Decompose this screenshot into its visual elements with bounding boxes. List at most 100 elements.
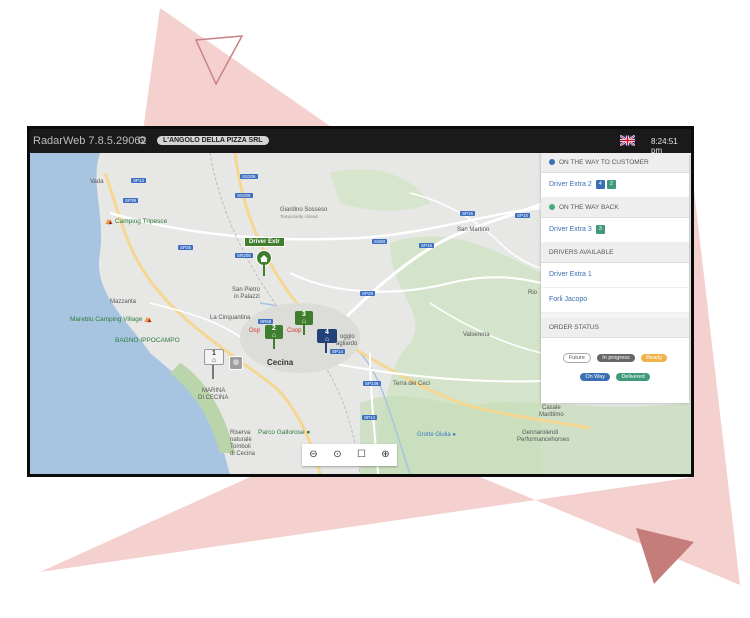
zoom-out-icon[interactable]: ⊖ bbox=[302, 444, 325, 466]
restaurant-marker[interactable]: ◍ bbox=[229, 356, 243, 370]
driver-row-forli[interactable]: Forli Jacopo bbox=[541, 288, 689, 313]
road-shield: SP13 bbox=[131, 178, 147, 183]
label-grotte-text: Grotte Giulia bbox=[417, 432, 451, 438]
label-mazzanta: Mazzanta bbox=[110, 299, 137, 305]
green-area-north bbox=[330, 169, 430, 211]
section-drivers-available: DRIVERS AVAILABLE bbox=[541, 243, 689, 263]
status-row-2: On Way Delivered bbox=[541, 365, 689, 383]
label-performancehorses: Performancehorses bbox=[517, 437, 570, 443]
label-riserva-1: Riserva bbox=[230, 430, 251, 436]
section-title: ON THE WAY BACK bbox=[559, 204, 619, 211]
label-san-pietro: San Pietro bbox=[232, 287, 261, 293]
label-poggio-1: oggio bbox=[340, 334, 355, 340]
marker-4-box: 4 ⌂ bbox=[317, 329, 337, 343]
label-cecina: Cecina bbox=[267, 358, 294, 367]
blue-dot-icon bbox=[549, 159, 555, 166]
section-title: ON THE WAY TO CUSTOMER bbox=[559, 159, 649, 166]
section-on-the-way-to-customer: ON THE WAY TO CUSTOMER bbox=[541, 153, 689, 173]
road-shield: SP29 bbox=[360, 291, 376, 296]
label-gennarolendi: Gennarolendi bbox=[522, 430, 559, 436]
company-badge[interactable]: L'ANGOLO DELLA PIZZA SRL bbox=[157, 136, 269, 145]
map-toolbar: ⊖ ⊙ ☐ ⊕ bbox=[302, 444, 397, 466]
driver-row-extra-2[interactable]: Driver Extra 2 42 bbox=[541, 173, 689, 198]
driver-name-label[interactable]: Driver Extr bbox=[244, 237, 285, 247]
label-grotte: Grotte Giulia ● bbox=[417, 432, 456, 438]
order-marker-2[interactable]: 2 ⌂ bbox=[265, 325, 283, 349]
driver-name: Driver Extra 3 bbox=[549, 226, 592, 233]
label-riserva-4: di Cecina bbox=[230, 451, 256, 457]
label-mareblu-text: Mareblu Camping Village bbox=[70, 316, 143, 323]
status-row-1: Future In progress Ready bbox=[541, 346, 689, 365]
marker-2-number: 2 bbox=[272, 325, 276, 332]
label-marina: MARINA bbox=[202, 388, 226, 394]
road-shield: SS206 bbox=[240, 174, 258, 179]
road-shield: SP15 bbox=[419, 243, 435, 248]
label-valserena: Valserena bbox=[463, 332, 490, 338]
square-icon[interactable]: ☐ bbox=[350, 444, 373, 466]
road-shield: SS206 bbox=[235, 193, 253, 198]
marker-3-number: 3 bbox=[302, 311, 306, 318]
label-riserva-2: naturale bbox=[230, 437, 252, 443]
road-shield: SR206 bbox=[235, 253, 253, 258]
road-shield: SP39 bbox=[123, 198, 139, 203]
marker-4-number: 4 bbox=[325, 329, 329, 336]
label-san-martino: San Martino bbox=[457, 227, 490, 233]
target-icon[interactable]: ⊙ bbox=[326, 444, 349, 466]
label-poggio-2: agliardo bbox=[336, 341, 358, 347]
status-in-progress[interactable]: In progress bbox=[597, 354, 635, 362]
status-future[interactable]: Future bbox=[562, 353, 591, 363]
marker-1-box: 1 ⌂ bbox=[204, 349, 224, 365]
zoom-in-icon[interactable]: ⊕ bbox=[374, 444, 397, 466]
label-la-cinquantina: La Cinquantina bbox=[210, 315, 251, 321]
label-in-palazzi: in Palazzi bbox=[234, 294, 260, 300]
status-ready[interactable]: Ready bbox=[641, 354, 668, 362]
order-marker-1[interactable]: 1 ⌂ bbox=[204, 349, 224, 379]
app-title: RadarWeb 7.8.5.29062 bbox=[33, 135, 147, 147]
label-camping-tripesce: ⛺ Camping Tripesce bbox=[105, 218, 168, 225]
label-riserva-3: Tomboli bbox=[230, 444, 251, 450]
marker-3-box: 3 ⌂ bbox=[295, 311, 313, 325]
road-shield: SP14 bbox=[362, 415, 378, 420]
label-camping-tripesce-text: Camping Tripesce bbox=[114, 218, 168, 225]
top-bar: RadarWeb 7.8.5.29062 ⚙ L'ANGOLO DELLA PI… bbox=[30, 129, 691, 155]
label-casale-2: Marittimo bbox=[539, 412, 564, 418]
road-shield: SP146 bbox=[363, 381, 381, 386]
driver-name: Driver Extra 2 bbox=[549, 181, 592, 188]
home-icon bbox=[256, 250, 272, 276]
marker-1-number: 1 bbox=[212, 350, 216, 357]
green-dot-icon bbox=[549, 204, 555, 211]
order-badge[interactable]: 2 bbox=[606, 179, 616, 189]
order-status-legend: Future In progress Ready On Way Delivere… bbox=[541, 338, 689, 383]
app-window: RadarWeb 7.8.5.29062 ⚙ L'ANGOLO DELLA PI… bbox=[27, 126, 694, 477]
uk-flag-icon[interactable] bbox=[620, 135, 635, 146]
status-on-way[interactable]: On Way bbox=[580, 373, 610, 381]
road-shield: SS68 bbox=[372, 239, 388, 244]
driver-row-extra-3[interactable]: Driver Extra 3 3 bbox=[541, 218, 689, 243]
label-rio: Rio bbox=[528, 290, 538, 296]
label-terra-dei-ceci: Terra dei Ceci bbox=[393, 381, 431, 387]
label-parco-text: Parco Gallorose bbox=[258, 429, 305, 436]
pizza-icon: ◍ bbox=[229, 356, 243, 370]
order-marker-4[interactable]: 4 ⌂ bbox=[317, 329, 337, 353]
status-delivered[interactable]: Delivered bbox=[616, 373, 650, 381]
label-vada: Vada bbox=[90, 179, 104, 185]
marker-3-stem bbox=[303, 325, 305, 335]
order-badge[interactable]: 4 bbox=[595, 179, 605, 189]
label-giardino-sub: Temporarily closed bbox=[280, 214, 318, 219]
label-di-cecina: DI CECINA bbox=[198, 395, 229, 401]
road-shield: SR68 bbox=[258, 319, 274, 324]
marker-4-stem bbox=[325, 343, 327, 353]
order-badge[interactable]: 3 bbox=[595, 224, 605, 234]
section-order-status: ORDER STATUS bbox=[541, 318, 689, 338]
label-casale-1: Casale bbox=[542, 405, 561, 411]
drivers-panel: ON THE WAY TO CUSTOMER Driver Extra 2 42… bbox=[541, 153, 689, 403]
label-bagno: BAGNO IPPOCAMPO bbox=[115, 337, 180, 344]
map-view[interactable]: Vada ⛺ Camping Tripesce Giardino Sosseso… bbox=[30, 153, 691, 474]
marker-2-box: 2 ⌂ bbox=[265, 325, 283, 339]
driver-row-extra-1[interactable]: Driver Extra 1 bbox=[541, 263, 689, 288]
road-shield: SP15 bbox=[515, 213, 531, 218]
section-on-the-way-back: ON THE WAY BACK bbox=[541, 198, 689, 218]
gear-icon[interactable]: ⚙ bbox=[137, 134, 147, 147]
label-mareblu: Mareblu Camping Village ⛺ bbox=[70, 316, 153, 323]
order-marker-3[interactable]: 3 ⌂ bbox=[295, 311, 313, 335]
